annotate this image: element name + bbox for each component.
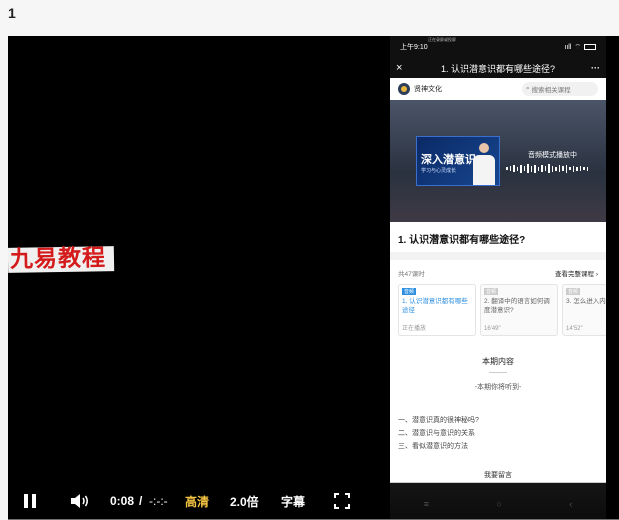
card-tag: 音频 <box>484 288 499 295</box>
course-card-list: 音频 1. 认识潜意识都有哪些途径 正在播放 音频 2. 翻译中的语言如何调度潜… <box>390 284 606 336</box>
list-item: 二、潜意识与意识的关系 <box>398 430 475 437</box>
video-player[interactable]: 九易教程 上午9:10 正在录屏或投屏 ııll ⌔ × 1. 认识潜意识都有哪… <box>8 36 619 519</box>
section-heading: 本期内容 <box>482 357 514 366</box>
card-title: 3. 怎么进入内心? <box>566 298 606 305</box>
section-underline <box>489 372 507 373</box>
channel-name[interactable]: 贤神文化 <box>414 84 522 94</box>
course-card[interactable]: 音频 3. 怎么进入内心? 14'52" <box>562 284 606 336</box>
card-title: 1. 认识潜意识都有哪些途径 <box>402 298 468 314</box>
audio-cover[interactable]: 深入潜意识 学习与心灵成长 音频模式播放中 <box>390 100 606 222</box>
card-title: 2. 翻译中的语言如何调度潜意识? <box>484 298 550 314</box>
status-bar: 上午9:10 正在录屏或投屏 ııll ⌔ <box>390 36 606 58</box>
volume-icon[interactable] <box>70 482 90 520</box>
status-note: 正在录屏或投屏 <box>428 37 456 42</box>
card-meta: 正在播放 <box>402 326 427 332</box>
course-card[interactable]: 音频 2. 翻译中的语言如何调度潜意识? 16'49" <box>480 284 558 336</box>
card-meta: 14'52" <box>566 326 583 332</box>
phone-screen: 上午9:10 正在录屏或投屏 ııll ⌔ × 1. 认识潜意识都有哪些途径? … <box>390 36 606 519</box>
list-item: 三、看似潜意识的方法 <box>398 443 468 450</box>
divider <box>390 252 606 260</box>
course-card[interactable]: 音频 1. 认识潜意识都有哪些途径 正在播放 <box>398 284 476 336</box>
fullscreen-icon[interactable] <box>334 482 350 520</box>
battery-icon <box>584 44 596 50</box>
card-tag: 音频 <box>402 288 417 295</box>
content-list: 一、潜意识真的很神秘吗? 二、潜意识与意识的关系 三、看似潜意识的方法 <box>390 392 606 453</box>
current-time: 0:08 <box>110 494 135 508</box>
close-icon[interactable]: × <box>396 62 410 74</box>
comment-button[interactable]: 我要留言 <box>390 469 606 483</box>
list-item: 一、潜意识真的很神秘吗? <box>398 417 479 424</box>
section-subheading: -本期你将听到- <box>474 384 522 391</box>
time-separator: / <box>139 494 143 508</box>
signal-icon: ııll <box>564 43 572 51</box>
course-header: 共47课时 查看完整课程 › <box>390 260 606 284</box>
watermark: 九易教程 <box>8 245 115 273</box>
total-time: -:-:- <box>149 494 168 508</box>
quality-button[interactable]: 高清 <box>185 482 209 520</box>
audio-mode-label: 音频模式播放中 <box>528 152 577 159</box>
app-nav-bar: × 1. 认识潜意识都有哪些途径? ··· <box>390 58 606 78</box>
page-number: 1 <box>8 5 16 21</box>
waveform-icon <box>506 164 588 173</box>
more-icon[interactable]: ··· <box>586 63 600 73</box>
search-input[interactable]: ⌕ 搜索相关课程 <box>522 82 598 96</box>
wifi-icon: ⌔ <box>574 43 581 51</box>
lesson-title: 1. 认识潜意识都有哪些途径? <box>398 235 526 246</box>
cover-title: 深入潜意识 <box>421 153 476 166</box>
search-placeholder: 搜索相关课程 <box>531 87 571 94</box>
pause-icon[interactable] <box>24 482 40 520</box>
course-count: 共47课时 <box>398 271 425 278</box>
cover-subtitle: 学习与心灵成长 <box>421 168 457 174</box>
nav-title: 1. 认识潜意识都有哪些途径? <box>440 63 555 74</box>
status-time: 上午9:10 <box>400 44 428 51</box>
channel-row: 贤神文化 ⌕ 搜索相关课程 <box>390 78 606 100</box>
subtitle-button[interactable]: 字幕 <box>281 482 305 520</box>
speaker-figure <box>473 143 495 187</box>
channel-logo[interactable] <box>398 83 410 95</box>
card-meta: 16'49" <box>484 326 501 332</box>
view-all-courses-link[interactable]: 查看完整课程 › <box>555 268 598 278</box>
card-tag: 音频 <box>566 288 581 295</box>
search-icon: ⌕ <box>526 85 530 92</box>
speed-button[interactable]: 2.0倍 <box>230 482 259 520</box>
status-icons: ııll ⌔ <box>564 43 596 52</box>
cover-card: 深入潜意识 学习与心灵成长 <box>416 136 500 186</box>
player-controls: 0:08 / -:-:- 高清 2.0倍 字幕 <box>8 482 619 520</box>
